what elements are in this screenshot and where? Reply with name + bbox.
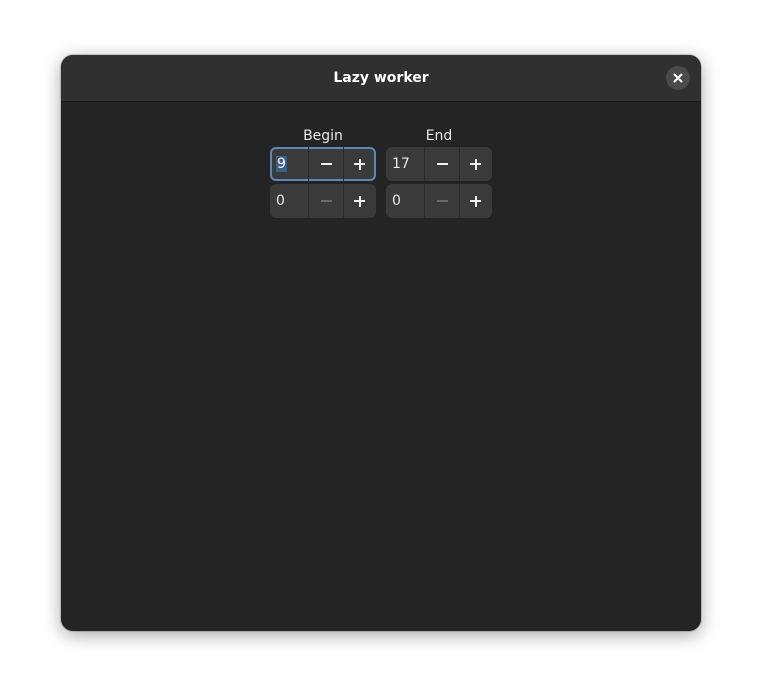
minus-icon (437, 200, 448, 202)
plus-icon (470, 158, 481, 170)
begin-hour-decrement-button[interactable] (310, 147, 344, 181)
begin-minute-spinbutton[interactable]: 0 (270, 184, 376, 218)
end-hour-input[interactable]: 17 (386, 147, 425, 181)
plus-icon (354, 158, 365, 170)
begin-minute-increment-button[interactable] (343, 184, 376, 218)
end-hour-decrement-button[interactable] (426, 147, 460, 181)
plus-icon (354, 195, 365, 207)
close-icon (673, 73, 683, 83)
begin-hour-increment-button[interactable] (343, 147, 376, 181)
begin-hour-value: 9 (276, 156, 287, 172)
begin-label: Begin (303, 128, 343, 144)
app-window: Lazy worker Begin 9 0 End 17 0 (61, 55, 701, 631)
end-minute-increment-button[interactable] (459, 184, 492, 218)
end-hour-increment-button[interactable] (459, 147, 492, 181)
end-minute-input[interactable]: 0 (386, 184, 425, 218)
close-button[interactable] (666, 66, 690, 90)
end-minute-spinbutton[interactable]: 0 (386, 184, 492, 218)
headerbar: Lazy worker (61, 55, 701, 102)
end-minute-decrement-button (426, 184, 460, 218)
minus-icon (437, 163, 448, 165)
end-label: End (425, 128, 453, 144)
minus-icon (321, 163, 332, 165)
begin-hour-input[interactable]: 9 (270, 147, 309, 181)
minus-icon (321, 200, 332, 202)
end-hour-spinbutton[interactable]: 17 (386, 147, 492, 181)
begin-minute-decrement-button (310, 184, 344, 218)
begin-hour-spinbutton[interactable]: 9 (270, 147, 376, 181)
window-title: Lazy worker (333, 70, 429, 86)
begin-minute-input[interactable]: 0 (270, 184, 309, 218)
plus-icon (470, 195, 481, 207)
